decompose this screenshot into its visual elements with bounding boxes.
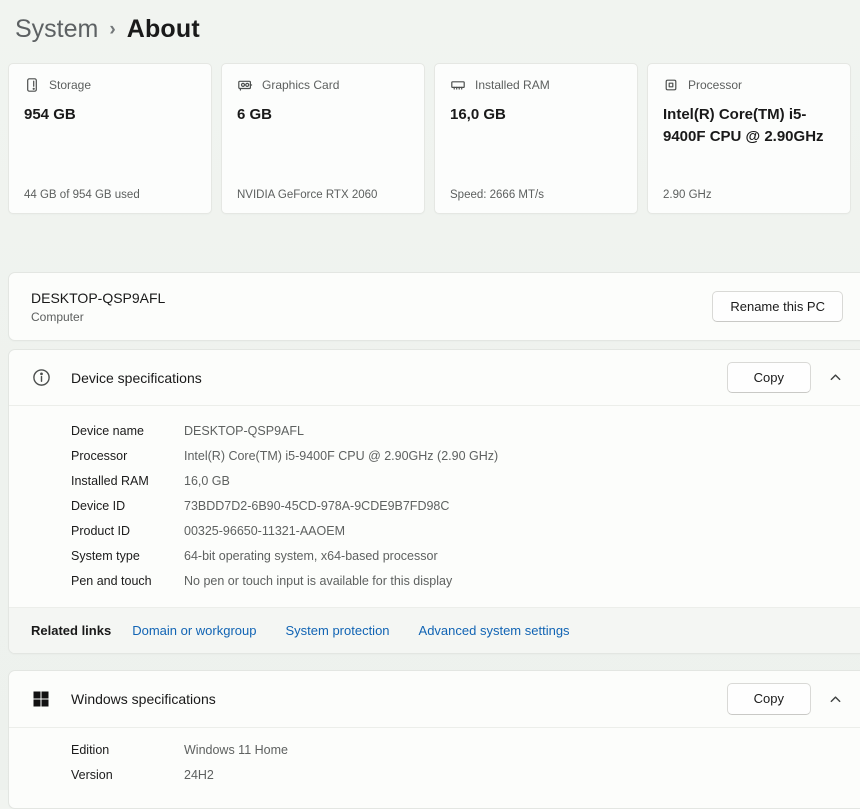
chevron-up-icon[interactable] [828,692,843,707]
windows-specifications-header[interactable]: Windows specifications Copy [9,671,860,727]
copy-device-specs-button[interactable]: Copy [726,361,811,394]
processor-icon [665,79,677,91]
stat-label: Processor [688,78,743,92]
storage-icon [27,78,37,92]
stat-label: Storage [49,78,92,92]
graphics-card-card: Graphics Card 6 GB NVIDIA GeForce RTX 20… [221,63,425,214]
stat-cards-row: Storage 954 GB 44 GB of 954 GB used Grap… [0,50,860,214]
link-system-protection[interactable]: System protection [285,623,389,638]
section-title: Windows specifications [71,691,216,707]
stat-label: Installed RAM [475,78,550,92]
stat-value: 6 GB [237,106,273,123]
device-specs-details: Device name DESKTOP-QSP9AFL Processor In… [9,405,860,607]
detail-row-product-id: Product ID 00325-96650-11321-AAOEM [71,524,345,538]
ram-icon [451,81,465,90]
section-title: Device specifications [71,369,202,386]
related-links-row: Related links Domain or workgroup System… [9,607,860,653]
stat-value: 16,0 GB [450,106,506,123]
rename-pc-button[interactable]: Rename this PC [712,290,843,323]
detail-row-installed-ram: Installed RAM 16,0 GB [71,474,230,488]
detail-row-device-name: Device name DESKTOP-QSP9AFL [71,424,304,438]
graphics-card-icon [238,80,253,91]
windows-specs-details: Edition Windows 11 Home Version 24H2 [9,727,860,808]
stat-detail: 44 GB of 954 GB used [24,189,140,201]
detail-row-system-type: System type 64-bit operating system, x64… [71,549,438,563]
copy-windows-specs-button[interactable]: Copy [726,683,811,715]
installed-ram-card: Installed RAM 16,0 GB Speed: 2666 MT/s [434,63,638,214]
computer-name: DESKTOP-QSP9AFL [31,289,166,306]
related-links-title: Related links [31,623,112,638]
breadcrumb-system[interactable]: System [15,15,98,44]
processor-card: Processor Intel(R) Core(TM) i5-9400F CPU… [647,63,851,214]
stat-detail: Speed: 2666 MT/s [450,189,544,201]
computer-subtitle: Computer [31,309,84,324]
windows-logo-icon [33,691,49,707]
page-title: About [126,14,200,43]
detail-row-version: Version 24H2 [71,768,214,782]
detail-row-processor: Processor Intel(R) Core(TM) i5-9400F CPU… [71,449,499,463]
breadcrumb-separator-icon: › [109,19,116,40]
link-domain-or-workgroup[interactable]: Domain or workgroup [132,623,256,638]
breadcrumb: System › About [0,0,860,50]
computer-name-card: DESKTOP-QSP9AFL Computer Rename this PC [8,272,860,341]
stat-label: Graphics Card [262,78,340,92]
stat-value: 954 GB [24,106,76,123]
detail-row-pen-and-touch: Pen and touch No pen or touch input is a… [71,574,453,588]
link-advanced-system-settings[interactable]: Advanced system settings [419,623,570,638]
detail-row-edition: Edition Windows 11 Home [71,743,288,757]
windows-specifications-section: Windows specifications Copy Edition Wind… [8,670,860,809]
stat-detail: 2.90 GHz [663,189,712,201]
device-specifications-section: Device specifications Copy Device name D… [8,349,860,654]
stat-detail: NVIDIA GeForce RTX 2060 [237,189,378,201]
chevron-up-icon[interactable] [828,370,843,385]
storage-card: Storage 954 GB 44 GB of 954 GB used [8,63,212,214]
detail-row-device-id: Device ID 73BDD7D2-6B90-45CD-978A-9CDE9B… [71,499,450,513]
stat-value: Intel(R) Core(TM) i5-9400F CPU @ 2.90GHz [663,106,824,145]
info-icon [32,369,50,386]
device-specifications-header[interactable]: Device specifications Copy [9,350,860,405]
